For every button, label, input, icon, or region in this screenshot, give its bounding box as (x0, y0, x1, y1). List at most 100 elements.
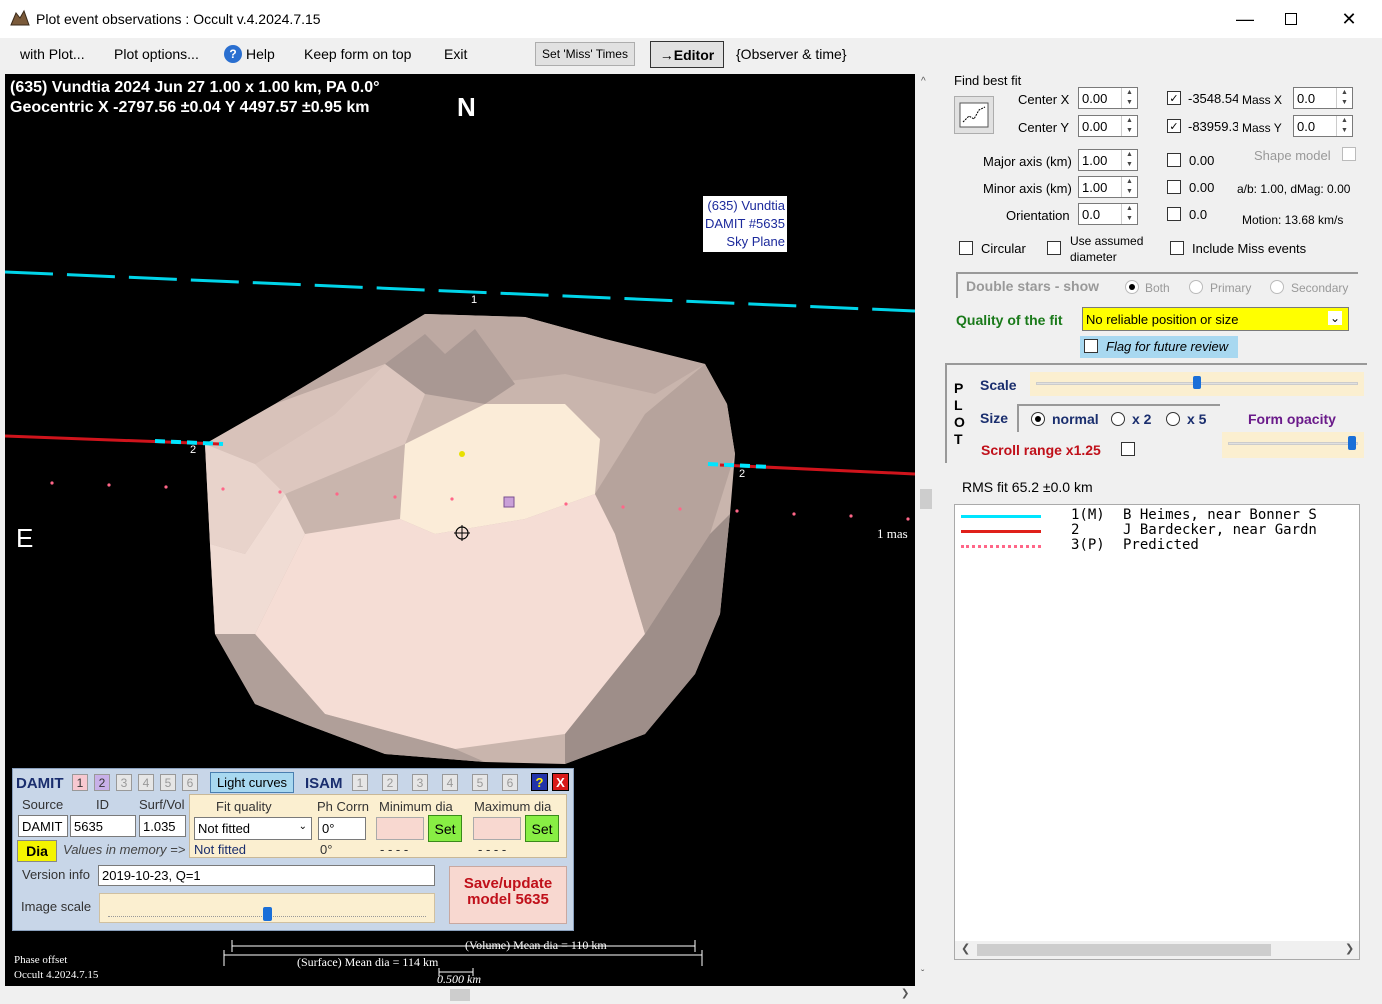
form-opacity-slider[interactable] (1222, 432, 1364, 458)
isam-model-3[interactable]: 3 (412, 774, 428, 791)
observer-legend-list[interactable]: 1(M) B Heimes, near Bonner S 2 J Bardecker,… (954, 504, 1360, 960)
opacity-thumb[interactable] (1347, 436, 1356, 450)
minor-axis-spinner-icon[interactable]: ▲ ▼ (1121, 177, 1137, 197)
version-info-input[interactable]: 2019-10-23, Q=1 (98, 865, 435, 886)
size-x2-radio[interactable] (1111, 412, 1125, 426)
both-radio[interactable] (1125, 280, 1139, 294)
damit-model-5[interactable]: 5 (160, 774, 176, 791)
quality-of-fit-select[interactable]: No reliable position or size ⌄ (1082, 307, 1349, 331)
flag-review-checkbox[interactable] (1084, 339, 1098, 353)
menu-plot-options[interactable]: Plot options... (114, 46, 199, 62)
isam-title: ISAM (305, 775, 343, 792)
use-assumed-diameter-checkbox[interactable] (1047, 241, 1061, 255)
mass-x-input[interactable]: 0.0 ▲ ▼ (1293, 87, 1353, 109)
isam-model-2[interactable]: 2 (382, 774, 398, 791)
editor-button[interactable]: →Editor (650, 41, 724, 68)
damit-model-2[interactable]: 2 (94, 774, 110, 791)
light-curves-button[interactable]: Light curves (210, 772, 294, 793)
isam-model-1[interactable]: 1 (352, 774, 368, 791)
menu-keep-on-top[interactable]: Keep form on top (304, 46, 411, 62)
image-scale-slider[interactable] (99, 893, 435, 923)
source-input[interactable]: DAMIT (18, 815, 68, 837)
maximize-icon[interactable] (1268, 0, 1314, 38)
values-in-memory-label: Values in memory => (63, 842, 186, 857)
center-x-fit-checkbox[interactable]: ✓ (1167, 91, 1181, 105)
menu-help[interactable]: Help (246, 46, 275, 62)
set-miss-times-button[interactable]: Set 'Miss' Times (535, 42, 635, 66)
image-scale-thumb[interactable] (263, 907, 272, 921)
min-dia-input[interactable] (376, 817, 424, 840)
find-best-fit-button[interactable] (954, 96, 994, 134)
orientation-fit-checkbox[interactable] (1167, 207, 1181, 221)
include-miss-checkbox[interactable] (1170, 241, 1184, 255)
minor-axis-fit-checkbox[interactable] (1167, 180, 1181, 194)
mass-x-spinner-icon[interactable]: ▲ ▼ (1336, 88, 1352, 108)
center-y-fit-checkbox[interactable]: ✓ (1167, 119, 1181, 133)
isam-model-4[interactable]: 4 (442, 774, 458, 791)
chord-2-number-left: 2 (190, 444, 197, 456)
major-axis-spinner-icon[interactable]: ▲ ▼ (1121, 150, 1137, 170)
legend-scroll-left-icon[interactable]: ❮ (961, 942, 970, 955)
damit-model-4[interactable]: 4 (138, 774, 154, 791)
fit-quality-select[interactable]: Not fitted ⌄ (194, 817, 312, 840)
orientation-spinner-icon[interactable]: ▲ ▼ (1121, 204, 1137, 224)
mass-y-input[interactable]: 0.0 ▲ ▼ (1293, 115, 1353, 137)
save-update-model-button[interactable]: Save/update model 5635 (449, 866, 567, 924)
major-axis-input[interactable]: 1.00 ▲ ▼ (1078, 149, 1138, 171)
legend-hscroll-thumb[interactable] (977, 944, 1271, 956)
set-min-dia-button[interactable]: Set (428, 815, 462, 842)
circular-checkbox[interactable] (959, 241, 973, 255)
center-x-spinner-icon[interactable]: ▲ ▼ (1121, 88, 1137, 108)
plot-hscroll-thumb[interactable] (450, 989, 470, 1001)
damit-model-3[interactable]: 3 (116, 774, 132, 791)
damit-help-icon[interactable]: ? (531, 773, 548, 791)
max-dia-input[interactable] (473, 817, 521, 840)
isam-model-5[interactable]: 5 (472, 774, 488, 791)
scroll-right-icon[interactable]: ❯ (901, 988, 909, 999)
scale-thumb[interactable] (1193, 376, 1201, 389)
chord-1-number: 1 (471, 294, 478, 306)
plot-vscroll-thumb[interactable] (920, 489, 932, 509)
minor-axis-input[interactable]: 1.00 ▲ ▼ (1078, 176, 1138, 198)
size-normal-radio[interactable] (1031, 412, 1045, 426)
size-x5-radio[interactable] (1166, 412, 1180, 426)
quality-of-fit-value: No reliable position or size (1086, 311, 1239, 327)
scale-slider[interactable] (1030, 372, 1364, 396)
dia-button[interactable]: Dia (17, 840, 57, 862)
ph-corrn-input[interactable]: 0° (318, 817, 366, 840)
close-icon[interactable]: ✕ (1326, 0, 1372, 38)
mass-y-spinner-icon[interactable]: ▲ ▼ (1336, 116, 1352, 136)
surf-vol-input[interactable]: 1.035 (139, 815, 186, 837)
menu-observer-time[interactable]: {Observer & time} (736, 46, 847, 62)
shape-model-checkbox[interactable] (1342, 147, 1356, 161)
orientation-input[interactable]: 0.0 ▲ ▼ (1078, 203, 1138, 225)
damit-close-icon[interactable]: X (552, 773, 569, 791)
surface-dia-label: (Surface) Mean dia = 114 km (297, 955, 439, 969)
help-icon[interactable]: ? (224, 45, 242, 63)
label-damit-id: DAMIT #5635 (705, 216, 785, 231)
scroll-range-label: Scroll range x1.25 (981, 442, 1101, 458)
id-input[interactable]: 5635 (70, 815, 136, 837)
center-y-input[interactable]: 0.00 ▲ ▼ (1078, 115, 1138, 137)
primary-radio[interactable] (1189, 280, 1203, 294)
damit-model-1[interactable]: 1 (72, 774, 88, 791)
major-axis-fit-checkbox[interactable] (1167, 153, 1181, 167)
scroll-up-icon[interactable]: ^ (921, 76, 926, 87)
set-max-dia-button[interactable]: Set (525, 815, 559, 842)
damit-model-6[interactable]: 6 (182, 774, 198, 791)
center-x-input[interactable]: 0.00 ▲ ▼ (1078, 87, 1138, 109)
legend-scroll-right-icon[interactable]: ❯ (1345, 942, 1354, 955)
secondary-radio[interactable] (1270, 280, 1284, 294)
center-y-spinner-icon[interactable]: ▲ ▼ (1121, 116, 1137, 136)
plot-vertical-scrollbar[interactable]: ^ ˇ (918, 74, 934, 986)
label-sky-plane: Sky Plane (726, 234, 785, 249)
minimize-icon[interactable]: — (1222, 0, 1268, 38)
legend-horizontal-scrollbar[interactable]: ❮ ❯ (955, 941, 1359, 959)
scroll-range-checkbox[interactable] (1121, 442, 1135, 456)
isam-model-6[interactable]: 6 (502, 774, 518, 791)
menu-exit[interactable]: Exit (444, 46, 467, 62)
scroll-down-icon[interactable]: ˇ (921, 969, 924, 980)
menu-with-plot[interactable]: with Plot... (20, 46, 85, 62)
legend-number: 1(M) (1071, 507, 1105, 523)
plot-horizontal-scrollbar[interactable]: ❯ (5, 988, 915, 1002)
